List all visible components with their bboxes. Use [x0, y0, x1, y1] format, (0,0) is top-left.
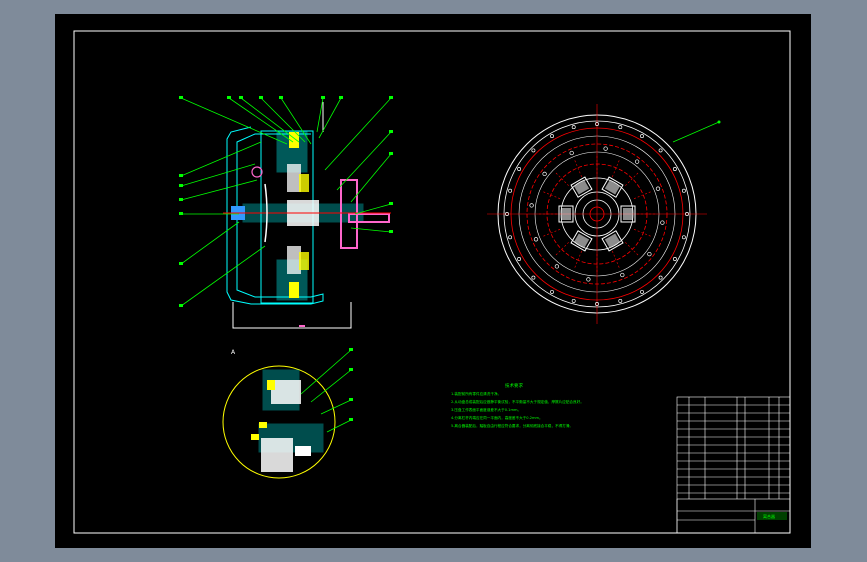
- bolt-hole: [658, 275, 663, 280]
- bolt-hole: [658, 148, 663, 153]
- spring-window: [601, 176, 624, 198]
- note-line-4: 4.分离杠杆内端应在同一平面内，高度差不大于0.2mm。: [451, 415, 543, 420]
- detail-view-a: [222, 348, 353, 479]
- spring-window: [570, 230, 593, 252]
- note-line-5: 5.离合器装配后，踏板自由行程应符合要求，分离彻底接合平稳，不得打滑。: [451, 423, 573, 428]
- radial-tick: [574, 250, 582, 268]
- rivet-hole: [554, 264, 560, 269]
- radial-tick: [555, 172, 569, 186]
- radial-tick: [543, 191, 561, 199]
- damper-spring-upper: [299, 174, 309, 192]
- bolt-hole: [531, 275, 536, 280]
- spring-window: [570, 176, 593, 198]
- rivet-hole: [620, 272, 625, 278]
- bolt-hole: [508, 235, 513, 240]
- drawing-frame: [73, 30, 791, 534]
- rivet-hole: [647, 251, 652, 257]
- bolt-hole: [531, 148, 536, 153]
- radial-tick: [625, 242, 639, 256]
- front-view: [487, 104, 707, 324]
- spring-window: [558, 205, 574, 223]
- bolt-hole: [550, 289, 554, 294]
- bolt-hole: [517, 167, 522, 171]
- rivet-hole: [634, 159, 640, 164]
- bolt-hole: [618, 298, 623, 303]
- rivet-hole: [603, 146, 608, 151]
- radial-tick: [612, 160, 620, 178]
- rivet-hole: [542, 171, 547, 177]
- friction-disc-lower: [287, 246, 301, 274]
- rivet-hole: [660, 220, 665, 225]
- title-block-fill: 离合器: [757, 512, 787, 520]
- rivet-hole: [533, 237, 539, 242]
- bolt-hole: [550, 134, 554, 139]
- cad-drawing-canvas[interactable]: A 技术要求 1.装配前所有零件应清洗干净。 2.从动盘总成装配后应做静平衡试验…: [55, 14, 811, 548]
- construction-lines: [232, 302, 352, 329]
- cad-viewport[interactable]: A 技术要求 1.装配前所有零件应清洗干净。 2.从动盘总成装配后应做静平衡试验…: [0, 0, 867, 562]
- rivet-hole: [586, 277, 591, 282]
- bolt-hole: [681, 235, 686, 240]
- radial-tick: [555, 242, 569, 256]
- title-block-title: 离合器: [763, 513, 775, 519]
- bolt-hole: [571, 298, 576, 303]
- bolt-hole: [618, 125, 623, 130]
- bolt-hole: [508, 188, 513, 193]
- radial-tick: [625, 172, 639, 186]
- bolt-hole: [517, 257, 522, 261]
- rivet-hole: [529, 203, 534, 208]
- note-line-2: 2.从动盘总成装配后应做静平衡试验，不平衡量不大于规定值，摩擦片应贴合良好。: [451, 399, 584, 404]
- bolt-hole: [640, 134, 644, 139]
- note-line-3: 3.压盘工作表面平面度误差不大于0.1mm。: [451, 407, 521, 412]
- damper-spring-lower: [299, 252, 309, 270]
- friction-disc-upper: [287, 164, 301, 192]
- bolt-hole: [681, 188, 686, 193]
- bolt-hole: [640, 289, 644, 294]
- bolt-lower: [289, 282, 299, 298]
- rivet-hole: [655, 186, 661, 191]
- front-view-leader: [672, 120, 721, 143]
- rivet-hole: [569, 150, 574, 156]
- section-view: [223, 102, 391, 329]
- spring-window: [620, 205, 636, 223]
- drawing-sheet: A 技术要求 1.装配前所有零件应清洗干净。 2.从动盘总成装配后应做静平衡试验…: [55, 14, 811, 548]
- detail-label: A: [231, 349, 236, 356]
- notes-title: 技术要求: [505, 382, 523, 389]
- spring-window: [601, 230, 624, 252]
- bolt-hole: [672, 167, 677, 171]
- note-line-1: 1.装配前所有零件应清洗干净。: [451, 391, 501, 396]
- bolt-hole: [672, 257, 677, 261]
- technical-notes: 技术要求 1.装配前所有零件应清洗干净。 2.从动盘总成装配后应做静平衡试验，不…: [451, 382, 584, 428]
- bolt-hole: [571, 125, 576, 130]
